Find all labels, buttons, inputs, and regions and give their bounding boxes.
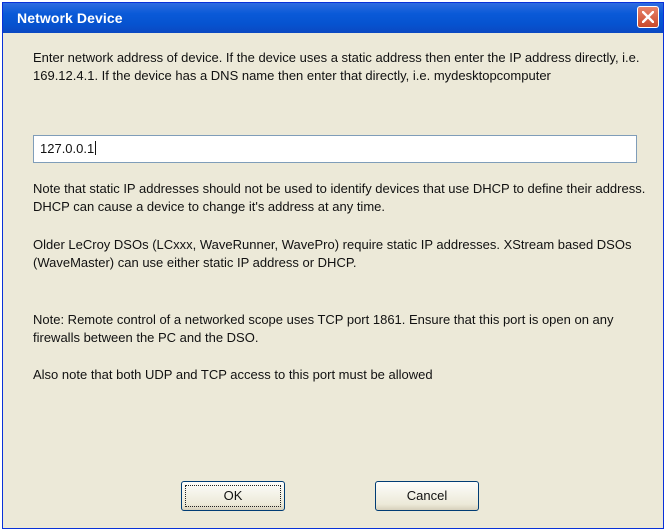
window-title: Network Device bbox=[17, 10, 123, 26]
ok-button[interactable]: OK bbox=[181, 481, 285, 511]
network-address-input[interactable]: 127.0.0.1 bbox=[33, 135, 637, 163]
older-dsos-note-text: Older LeCroy DSOs (LCxxx, WaveRunner, Wa… bbox=[33, 237, 632, 270]
cancel-button[interactable]: Cancel bbox=[375, 481, 479, 511]
text-caret bbox=[95, 141, 97, 155]
network-device-dialog: Network Device Enter network address of … bbox=[2, 2, 664, 529]
instructions-text: Enter network address of device. If the … bbox=[33, 50, 640, 83]
network-address-value: 127.0.0.1 bbox=[40, 141, 95, 156]
title-bar[interactable]: Network Device bbox=[3, 3, 663, 33]
dhcp-note-text: Note that static IP addresses should not… bbox=[33, 181, 646, 214]
close-button[interactable] bbox=[637, 6, 659, 28]
remote-control-note-text: Note: Remote control of a networked scop… bbox=[33, 312, 614, 345]
udp-tcp-note-text: Also note that both UDP and TCP access t… bbox=[33, 367, 433, 382]
close-icon bbox=[642, 11, 654, 23]
